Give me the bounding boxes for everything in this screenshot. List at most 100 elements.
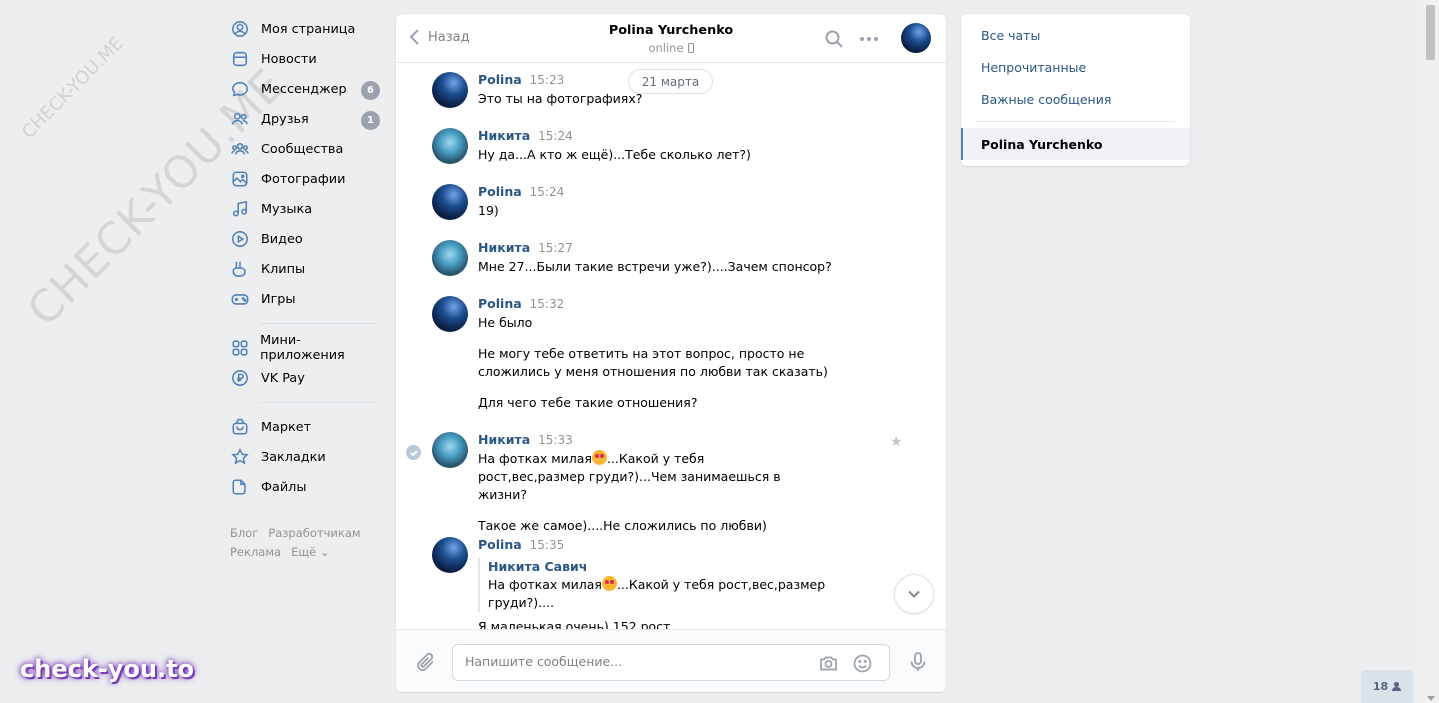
peer-avatar[interactable] [901,23,931,53]
nav-item-news[interactable]: Новости [230,44,380,74]
message-input-box[interactable] [452,644,890,681]
nav-label: Клипы [261,261,306,277]
footer-link-ads[interactable]: Реклама [230,545,281,559]
page-scrollbar[interactable] [1422,0,1439,703]
nav-item-games[interactable]: Игры [230,284,380,314]
music-icon [230,199,250,219]
message-history[interactable]: 21 марта Polina 15:23 Это ты на фотографи… [396,64,946,629]
message[interactable]: Никита 15:33 На фотках милая ...Какой у те… [432,432,872,535]
nav-item-video[interactable]: Видео [230,224,380,254]
avatar[interactable] [432,296,468,332]
emoji-button[interactable] [852,653,873,677]
message[interactable]: Polina 15:35 Никита Савич На фотках милая… [432,537,872,629]
nav-item-communities[interactable]: Сообщества [230,134,380,164]
chat-more-button[interactable] [859,29,879,52]
nav-item-market[interactable]: Маркет [230,412,380,442]
message-text: 19) [478,203,499,218]
text-part: На фотках милая [478,451,592,466]
nav-item-photos[interactable]: Фотографии [230,164,380,194]
message[interactable]: Polina 15:24 19) [432,184,872,220]
nav-item-music[interactable]: Музыка [230,194,380,224]
files-icon [230,477,250,497]
message-text: Ну да...А кто ж ещё)...Тебе сколько лет?… [478,147,751,162]
footer-link-more[interactable]: Ещё ⌄ [291,545,329,559]
messenger-badge: 6 [361,81,380,100]
message-time[interactable]: 15:24 [530,185,565,199]
friends-icon [230,109,250,129]
avatar[interactable] [432,537,468,573]
message-author[interactable]: Никита [478,432,530,447]
message-time[interactable]: 15:27 [538,241,573,255]
message[interactable]: Никита 15:27 Мне 27...Были такие встречи … [432,240,872,276]
nav-item-my-page[interactable]: Моя страница [230,14,380,44]
message-author[interactable]: Polina [478,537,522,552]
scrollbar-arrow-down-icon[interactable] [1427,696,1435,701]
nav-footer: Блог Разработчикам Реклама Ещё ⌄ [230,524,380,562]
nav-label: Новости [261,51,317,67]
nav-label: Фотографии [261,171,346,187]
avatar[interactable] [432,128,468,164]
avatar[interactable] [432,72,468,108]
reply-text: На фотках милая ...Какой у тебя рост,вес,… [488,576,872,612]
smile-icon [853,654,872,673]
watermark-small: CHECK-YOU.ME [18,33,128,143]
communities-icon [230,139,250,159]
nav-label: Музыка [261,201,313,217]
nav-item-files[interactable]: Файлы [230,472,380,502]
message-time[interactable]: 15:35 [530,538,565,552]
nav-item-bookmarks[interactable]: Закладки [230,442,380,472]
message-text: Не было [478,315,533,330]
paperclip-icon [417,652,434,671]
footer-link-blog[interactable]: Блог [230,526,258,540]
avatar[interactable] [432,184,468,220]
reply-author[interactable]: Никита Савич [488,558,872,576]
message-time[interactable]: 15:32 [530,297,565,311]
games-icon [230,289,250,309]
nav-label: Друзья [261,111,309,127]
online-friends-widget[interactable]: 18 [1361,670,1413,703]
message[interactable]: Polina 15:32 Не было Не могу тебе ответит… [432,296,872,412]
chat-search-button[interactable] [824,29,844,52]
scrollbar-thumb[interactable] [1426,5,1435,60]
selected-check-icon[interactable] [406,445,421,460]
nav-item-messenger[interactable]: Мессенджер 6 [230,74,380,104]
avatar[interactable] [432,240,468,276]
nav-label: Игры [261,291,296,307]
message-author[interactable]: Polina [478,184,522,199]
footer-link-developers[interactable]: Разработчикам [268,526,360,540]
nav-item-vk-pay[interactable]: VK Pay [230,363,380,393]
message-time[interactable]: 15:33 [538,433,573,447]
scroll-down-button[interactable] [894,574,934,614]
quoted-reply[interactable]: Никита Савич На фотках милая ...Какой у т… [478,558,872,612]
message-text: Не могу тебе ответить на этот вопрос, пр… [478,346,828,379]
nav-item-friends[interactable]: Друзья 1 [230,104,380,134]
online-count: 18 [1372,680,1389,693]
status-text: online [648,41,684,55]
message[interactable]: Никита 15:24 Ну да...А кто ж ещё)...Тебе … [432,128,872,164]
filter-important[interactable]: Важные сообщения [961,83,1190,115]
nav-item-clips[interactable]: Клипы [230,254,380,284]
message-time[interactable]: 15:23 [530,73,565,87]
message-author[interactable]: Polina [478,72,522,87]
filter-all-chats[interactable]: Все чаты [961,19,1190,51]
attach-button[interactable] [415,651,437,676]
message-time[interactable]: 15:24 [538,129,573,143]
market-icon [230,417,250,437]
message-author[interactable]: Никита [478,240,530,255]
message-input[interactable] [465,654,795,669]
nav-separator [260,402,378,403]
active-chat-item[interactable]: Polina Yurchenko [961,128,1190,160]
camera-button[interactable] [818,653,839,677]
star-icon[interactable]: ★ [890,434,903,450]
message-author[interactable]: Никита [478,128,530,143]
nav-item-mini-apps[interactable]: Мини-приложения [230,333,380,363]
message-author[interactable]: Polina [478,296,522,311]
avatar[interactable] [432,432,468,468]
chevron-down-icon [908,590,920,598]
nav-label: Видео [261,231,303,247]
filter-unread[interactable]: Непрочитанные [961,51,1190,83]
voice-message-button[interactable] [907,651,929,676]
panel-separator [976,121,1175,122]
message-text: Такое же самое)....Не сложились по любви… [478,518,767,533]
nav-label: Мини-приложения [260,333,345,363]
